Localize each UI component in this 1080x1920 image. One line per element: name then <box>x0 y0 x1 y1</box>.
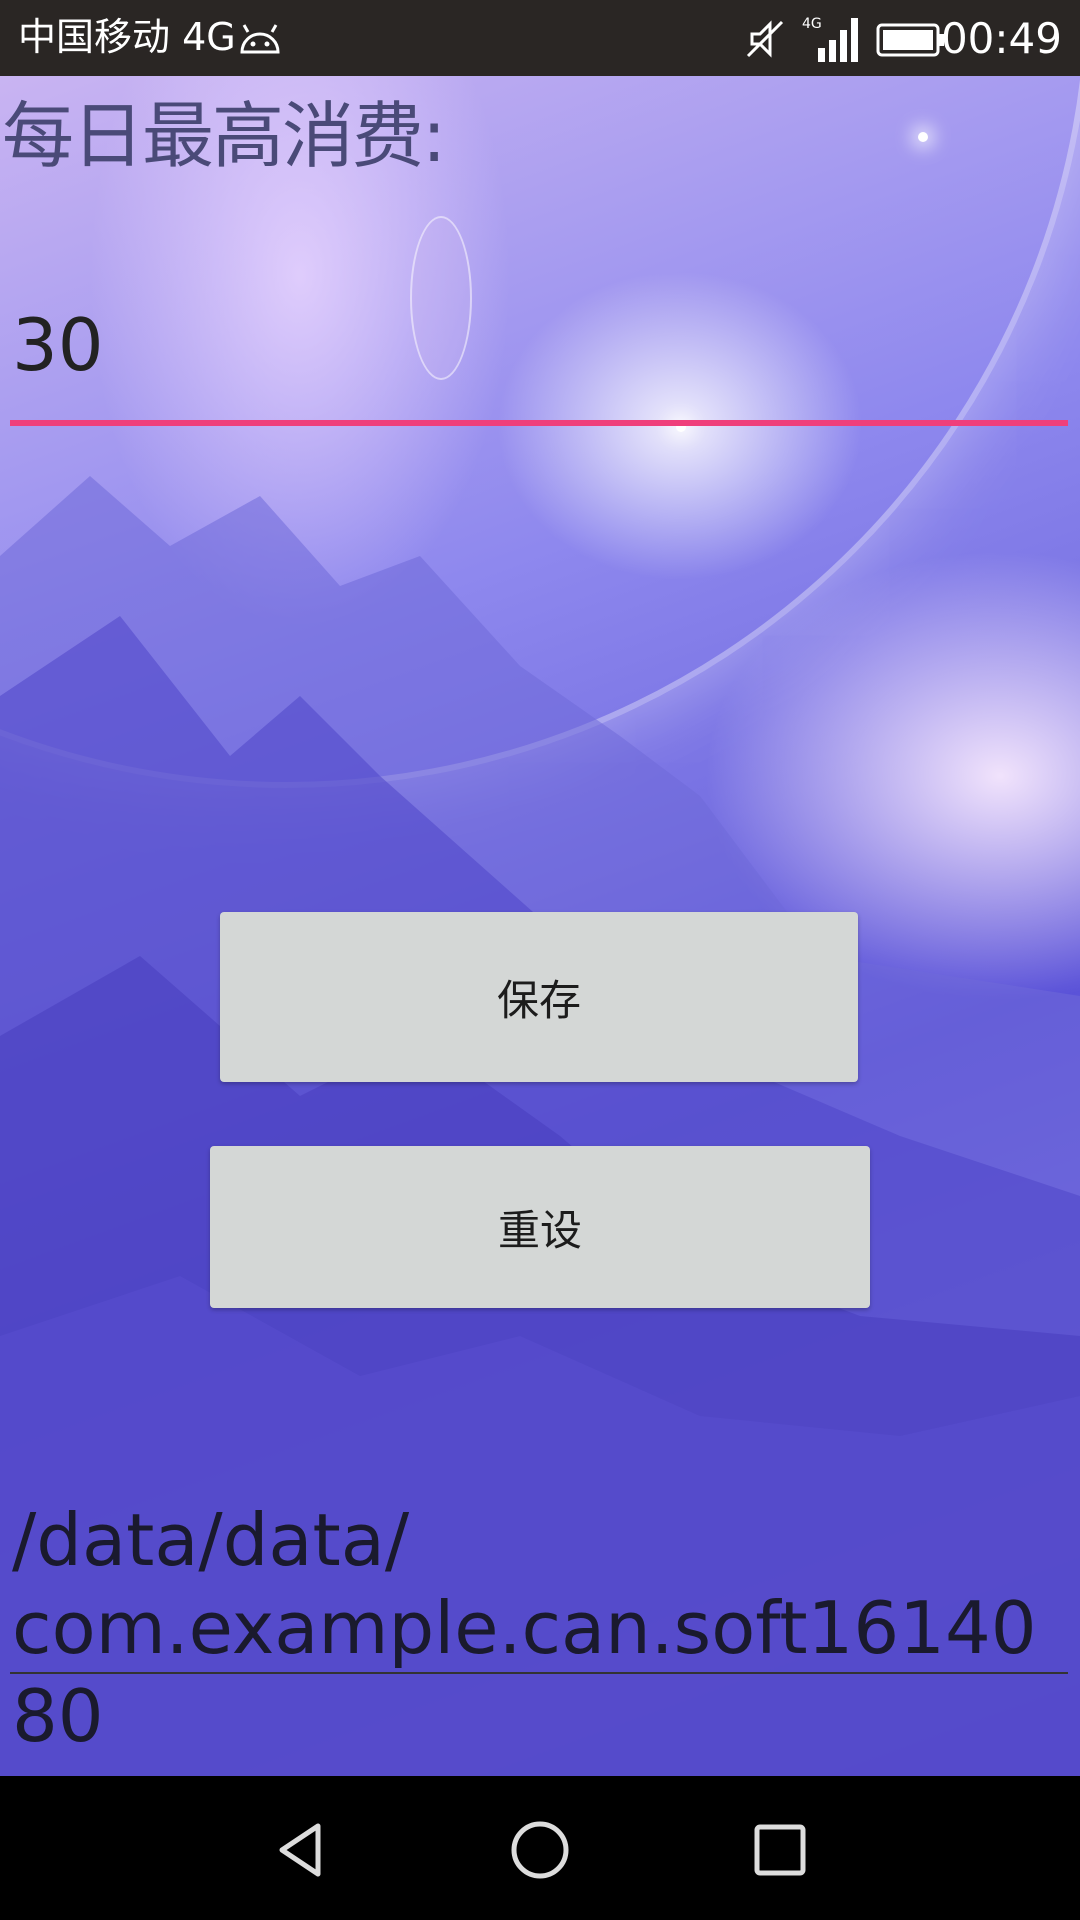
daily-limit-value: 30 <box>12 303 104 387</box>
mute-icon <box>746 20 784 58</box>
navigation-bar <box>0 1776 1080 1920</box>
app-content: 每日最高消费: 30 保存 重设 /data/data/ com.example… <box>0 76 1080 1776</box>
daily-limit-label: 每日最高消费: <box>2 94 446 178</box>
background-star <box>918 132 928 142</box>
save-button[interactable]: 保存 <box>220 912 858 1082</box>
status-bar: 中国移动 4G 4G 00:49 <box>0 0 1080 76</box>
data-path-text: /data/data/ com.example.can.soft1614080 <box>12 1498 1037 1758</box>
clock: 00:49 <box>940 14 1062 63</box>
battery-icon <box>876 23 944 57</box>
daily-limit-input[interactable]: 30 <box>10 286 1068 426</box>
back-triangle-icon[interactable] <box>270 1818 334 1882</box>
data-path-field[interactable]: /data/data/ com.example.can.soft1614080 <box>10 1496 1068 1758</box>
recent-square-icon[interactable] <box>748 1818 812 1882</box>
android-icon <box>240 24 280 54</box>
home-circle-icon[interactable] <box>508 1818 572 1882</box>
network-label: 4G <box>802 16 822 32</box>
carrier-label: 中国移动 4G <box>18 15 236 59</box>
signal-icon: 4G <box>802 16 858 62</box>
reset-button[interactable]: 重设 <box>210 1146 870 1308</box>
